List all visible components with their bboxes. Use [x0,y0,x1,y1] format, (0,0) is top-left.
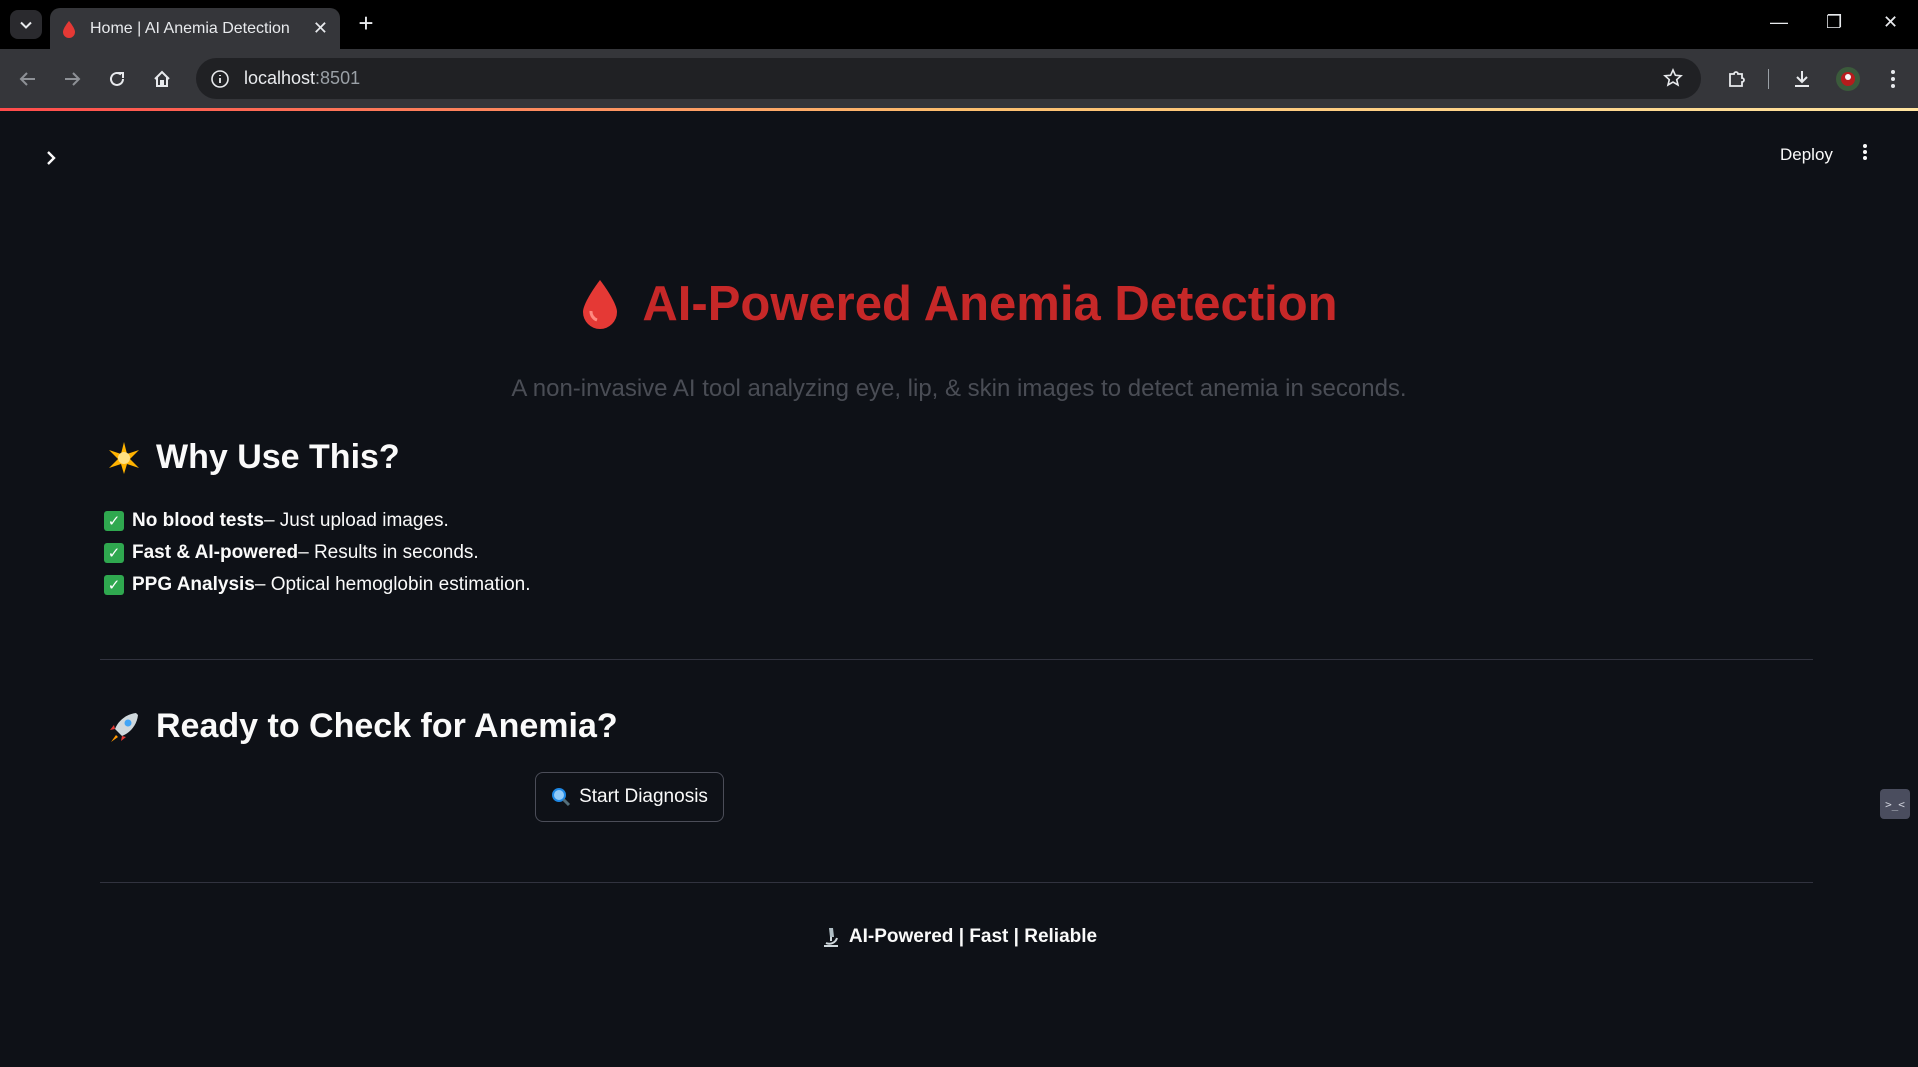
footer-tagline: AI-Powered | Fast | Reliable [0,926,1918,948]
list-item: ✓ Fast & AI-powered – Results in seconds. [104,537,531,569]
close-tab-icon[interactable]: ✕ [313,18,328,39]
kebab-menu-icon [1891,70,1895,88]
benefits-list: ✓ No blood tests – Just upload images. ✓ F… [104,505,531,601]
sidebar-expand-button[interactable] [44,150,58,171]
reload-icon [110,71,124,86]
deploy-button[interactable]: Deploy [1770,139,1843,171]
benefit-title: Fast & AI-powered [132,542,299,563]
restore-icon[interactable]: ❐ [1826,12,1842,33]
benefit-text: – Results in seconds. [298,542,479,563]
browser-toolbar: localhost:8501 [0,49,1918,108]
site-info-icon[interactable] [210,69,230,89]
bookmark-star-icon[interactable] [1663,68,1683,93]
why-heading-text: Why Use This? [156,438,400,476]
extensions-button[interactable] [1722,64,1752,94]
list-item: ✓ PPG Analysis – Optical hemoglobin estim… [104,569,531,601]
browser-tab-active[interactable]: Home | AI Anemia Detection ✕ [50,8,340,49]
star-icon [109,441,139,474]
divider [100,659,1813,660]
blood-drop-favicon-icon [63,20,75,38]
toolbar-divider [1768,69,1769,89]
benefit-text: – Optical hemoglobin estimation. [254,574,531,595]
home-icon [154,70,170,87]
ready-heading: Ready to Check for Anemia? [106,707,618,746]
forward-button[interactable] [57,64,87,94]
downloads-button[interactable] [1787,64,1817,94]
address-bar[interactable]: localhost:8501 [196,58,1701,99]
tab-title: Home | AI Anemia Detection [90,19,290,37]
page-title: AI-Powered Anemia Detection [0,276,1918,332]
minimize-icon[interactable]: — [1770,12,1788,33]
close-window-icon[interactable]: ✕ [1883,12,1898,33]
avatar [1836,67,1860,91]
arrow-right-icon [65,72,81,86]
benefit-text: – Just upload images. [263,510,449,531]
check-mark-icon: ✓ [104,543,124,563]
page-subtitle: A non-invasive AI tool analyzing eye, li… [511,375,1407,402]
divider [100,882,1813,883]
arrow-left-icon [19,72,35,86]
list-item: ✓ No blood tests – Just upload images. [104,505,531,537]
blood-drop-icon [583,280,618,329]
reload-button[interactable] [102,64,132,94]
chevron-down-icon [20,21,32,29]
start-diagnosis-button[interactable]: Start Diagnosis [535,772,724,822]
tab-search-button[interactable] [10,10,42,39]
ready-heading-text: Ready to Check for Anemia? [156,707,618,745]
footer-text: AI-Powered | Fast | Reliable [848,926,1098,947]
back-button[interactable] [13,64,43,94]
microscope-icon [823,928,838,947]
app-menu-button[interactable] [1862,143,1868,166]
dev-tools-widget[interactable]: >_< [1880,789,1910,819]
puzzle-icon [1729,71,1745,87]
browser-menu-button[interactable] [1878,64,1908,94]
new-tab-button[interactable]: + [352,10,380,38]
profile-avatar[interactable] [1833,64,1863,94]
url-text: localhost:8501 [244,68,361,88]
app-main: Deploy AI-Powered Anemia Detection A non… [0,111,1918,1067]
check-mark-icon: ✓ [104,575,124,595]
page-title-text: AI-Powered Anemia Detection [642,277,1338,331]
start-diagnosis-label: Start Diagnosis [579,786,708,807]
why-heading: Why Use This? [106,438,400,477]
download-icon [1795,71,1809,87]
benefit-title: PPG Analysis [132,574,255,595]
check-mark-icon: ✓ [104,511,124,531]
rocket-icon [110,712,138,742]
kebab-menu-icon [1863,144,1867,160]
home-button[interactable] [147,64,177,94]
chevron-right-icon [47,151,56,165]
browser-tab-bar: Home | AI Anemia Detection ✕ + — ❐ ✕ [0,0,1918,49]
benefit-title: No blood tests [132,510,264,531]
magnifier-icon [552,788,571,807]
